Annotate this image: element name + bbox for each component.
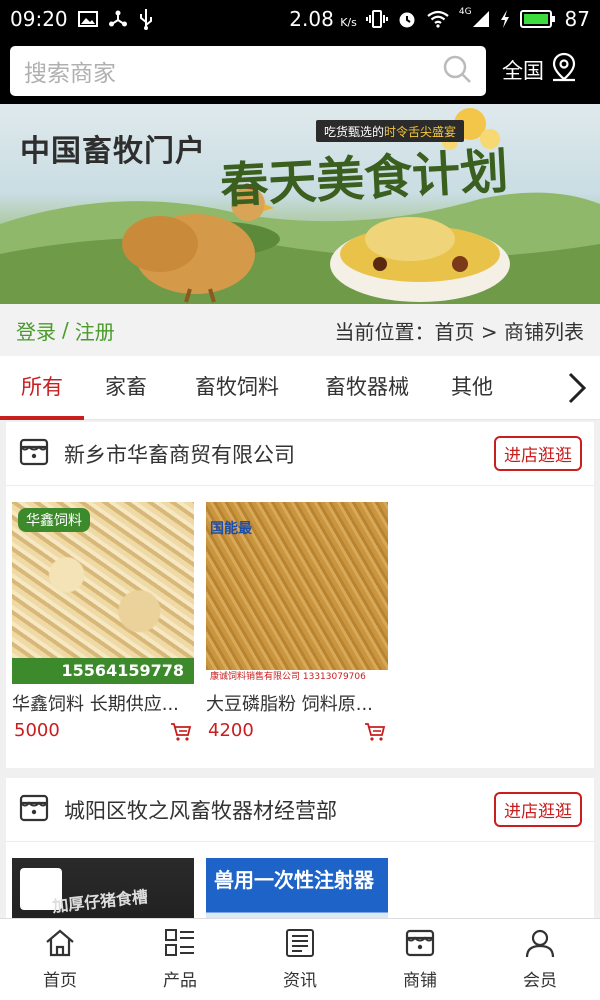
nav-shops[interactable]: 商铺 bbox=[360, 919, 480, 1000]
nav-label: 会员 bbox=[523, 971, 557, 991]
image-icon bbox=[77, 10, 98, 28]
product-image[interactable]: 华鑫饲料 15564159778 bbox=[12, 502, 194, 684]
promo-banner[interactable]: 中国畜牧门户 吃货甄选的时令舌尖盛宴 春天美食计划 bbox=[0, 104, 600, 304]
image-footer-text: 康诚饲料销售有限公司 13313079706 bbox=[206, 670, 388, 684]
news-icon bbox=[284, 928, 316, 962]
status-time: 09:20 bbox=[10, 7, 68, 31]
tab-other[interactable]: 其他 bbox=[442, 356, 502, 420]
nav-label: 商铺 bbox=[403, 971, 437, 991]
breadcrumb: 当前位置：首页 > 商铺列表 bbox=[334, 319, 584, 344]
product-image[interactable]: 加厚仔猪食槽 bbox=[12, 858, 194, 918]
login-link[interactable]: 登录 bbox=[16, 316, 56, 345]
nav-label: 首页 bbox=[43, 971, 77, 991]
signal-icon: 4G bbox=[459, 7, 490, 28]
category-tabs: 所有 家畜 畜牧饲料 畜牧器械 其他 bbox=[0, 356, 600, 420]
product-card[interactable]: 国能最 康诚饲料销售有限公司 13313079706 大豆磷脂粉 饲料原... … bbox=[206, 502, 388, 748]
shop-icon bbox=[404, 928, 436, 962]
image-caption: 加厚仔猪食槽 bbox=[51, 887, 149, 916]
tab-livestock[interactable]: 家畜 bbox=[94, 356, 158, 420]
image-phone: 15564159778 bbox=[12, 658, 194, 684]
image-header-text: 国能最 bbox=[210, 521, 252, 537]
product-price: 5000 bbox=[14, 720, 60, 741]
home-icon bbox=[44, 928, 76, 962]
product-card[interactable]: 加厚仔猪食槽 bbox=[12, 858, 194, 918]
product-image[interactable]: 兽用一次性注射器 bbox=[206, 858, 388, 918]
nav-member[interactable]: 会员 bbox=[480, 919, 600, 1000]
alarm-icon bbox=[397, 9, 417, 29]
search-input[interactable]: 搜索商家 bbox=[10, 46, 486, 96]
region-label: 全国 bbox=[502, 58, 544, 83]
bottom-nav: 首页 产品 资讯 商铺 会员 bbox=[0, 918, 600, 1000]
nav-news[interactable]: 资讯 bbox=[240, 919, 360, 1000]
chevron-right-icon[interactable] bbox=[562, 370, 592, 406]
product-card[interactable]: 华鑫饲料 15564159778 华鑫饲料 长期供应... 5000 bbox=[12, 502, 194, 748]
battery-icon bbox=[519, 9, 556, 29]
nav-label: 资讯 bbox=[283, 971, 317, 991]
search-icon[interactable] bbox=[442, 54, 472, 88]
status-bar: 09:20 2.08 K/s 4G 87 bbox=[0, 0, 600, 38]
cart-icon[interactable] bbox=[170, 722, 192, 746]
share-icon bbox=[108, 9, 128, 29]
register-link[interactable]: 注册 bbox=[75, 316, 115, 345]
login-separator: / bbox=[62, 318, 69, 342]
nav-home[interactable]: 首页 bbox=[0, 919, 120, 1000]
product-card[interactable]: 兽用一次性注射器 bbox=[206, 858, 388, 918]
shop-icon bbox=[18, 792, 50, 828]
battery-level: 87 bbox=[564, 7, 590, 31]
network-speed: 2.08 K/s bbox=[289, 7, 357, 31]
image-brand-tag: 华鑫饲料 bbox=[18, 508, 90, 532]
product-image[interactable]: 国能最 康诚饲料销售有限公司 13313079706 bbox=[206, 502, 388, 684]
wifi-icon bbox=[426, 10, 450, 28]
product-price: 4200 bbox=[208, 720, 254, 741]
shop-name[interactable]: 城阳区牧之风畜牧器材经营部 bbox=[64, 795, 494, 825]
charging-icon bbox=[499, 9, 511, 29]
cart-icon[interactable] bbox=[364, 722, 386, 746]
location-pin-icon bbox=[550, 52, 578, 87]
search-header: 搜索商家 全国 bbox=[0, 38, 600, 104]
visit-store-button[interactable]: 进店逛逛 bbox=[494, 792, 582, 827]
breadcrumb-row: 登录 / 注册 当前位置：首页 > 商铺列表 bbox=[0, 304, 600, 356]
shop-icon bbox=[18, 436, 50, 472]
tab-all[interactable]: 所有 bbox=[0, 356, 84, 420]
banner-portal-name: 中国畜牧门户 bbox=[20, 134, 206, 169]
shop-card: 城阳区牧之风畜牧器材经营部 进店逛逛 加厚仔猪食槽 兽用一次性注射器 bbox=[6, 778, 594, 918]
visit-store-button[interactable]: 进店逛逛 bbox=[494, 436, 582, 471]
usb-icon bbox=[138, 8, 154, 30]
tab-feed[interactable]: 畜牧饲料 bbox=[182, 356, 292, 420]
shop-card: 新乡市华畜商贸有限公司 进店逛逛 华鑫饲料 15564159778 华鑫饲料 长… bbox=[6, 422, 594, 768]
search-placeholder: 搜索商家 bbox=[24, 61, 116, 87]
vibrate-icon bbox=[365, 9, 388, 29]
shop-name[interactable]: 新乡市华畜商贸有限公司 bbox=[64, 439, 494, 469]
user-icon bbox=[524, 928, 556, 962]
tab-equipment[interactable]: 畜牧器械 bbox=[312, 356, 422, 420]
nav-products[interactable]: 产品 bbox=[120, 919, 240, 1000]
product-name[interactable]: 大豆磷脂粉 饲料原... bbox=[206, 690, 388, 716]
shop-header[interactable]: 新乡市华畜商贸有限公司 进店逛逛 bbox=[6, 422, 594, 486]
product-name[interactable]: 华鑫饲料 长期供应... bbox=[12, 690, 194, 716]
image-caption: 兽用一次性注射器 bbox=[214, 868, 374, 892]
nav-label: 产品 bbox=[163, 971, 197, 991]
shop-header[interactable]: 城阳区牧之风畜牧器材经营部 进店逛逛 bbox=[6, 778, 594, 842]
grid-list-icon bbox=[164, 928, 196, 962]
region-selector[interactable]: 全国 bbox=[502, 52, 578, 87]
